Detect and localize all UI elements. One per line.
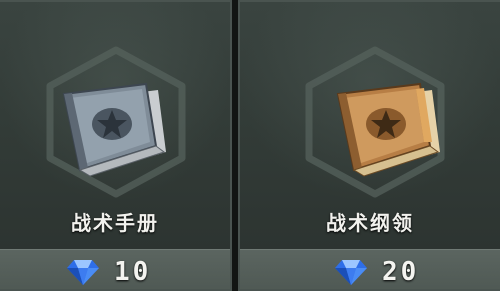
tactical-program-book-icon xyxy=(332,82,444,180)
price-bar[interactable]: 20 xyxy=(240,249,500,289)
price-value: 20 xyxy=(382,257,420,287)
diamond-icon xyxy=(66,258,100,286)
tactical-manual-book-icon xyxy=(58,82,170,180)
shop-item-tactical-manual[interactable]: 战术手册 10 xyxy=(0,0,232,291)
price-bar[interactable]: 10 xyxy=(0,249,230,289)
shop-panel: 战术手册 10 战术纲领 20 xyxy=(0,0,500,291)
diamond-icon xyxy=(334,258,368,286)
item-name: 战术纲领 xyxy=(326,211,414,235)
item-name: 战术手册 xyxy=(71,211,159,235)
price-group: 20 xyxy=(334,256,419,288)
price-value: 10 xyxy=(114,257,152,287)
price-group: 10 xyxy=(66,256,151,288)
shop-item-tactical-program[interactable]: 战术纲领 20 xyxy=(238,0,500,291)
